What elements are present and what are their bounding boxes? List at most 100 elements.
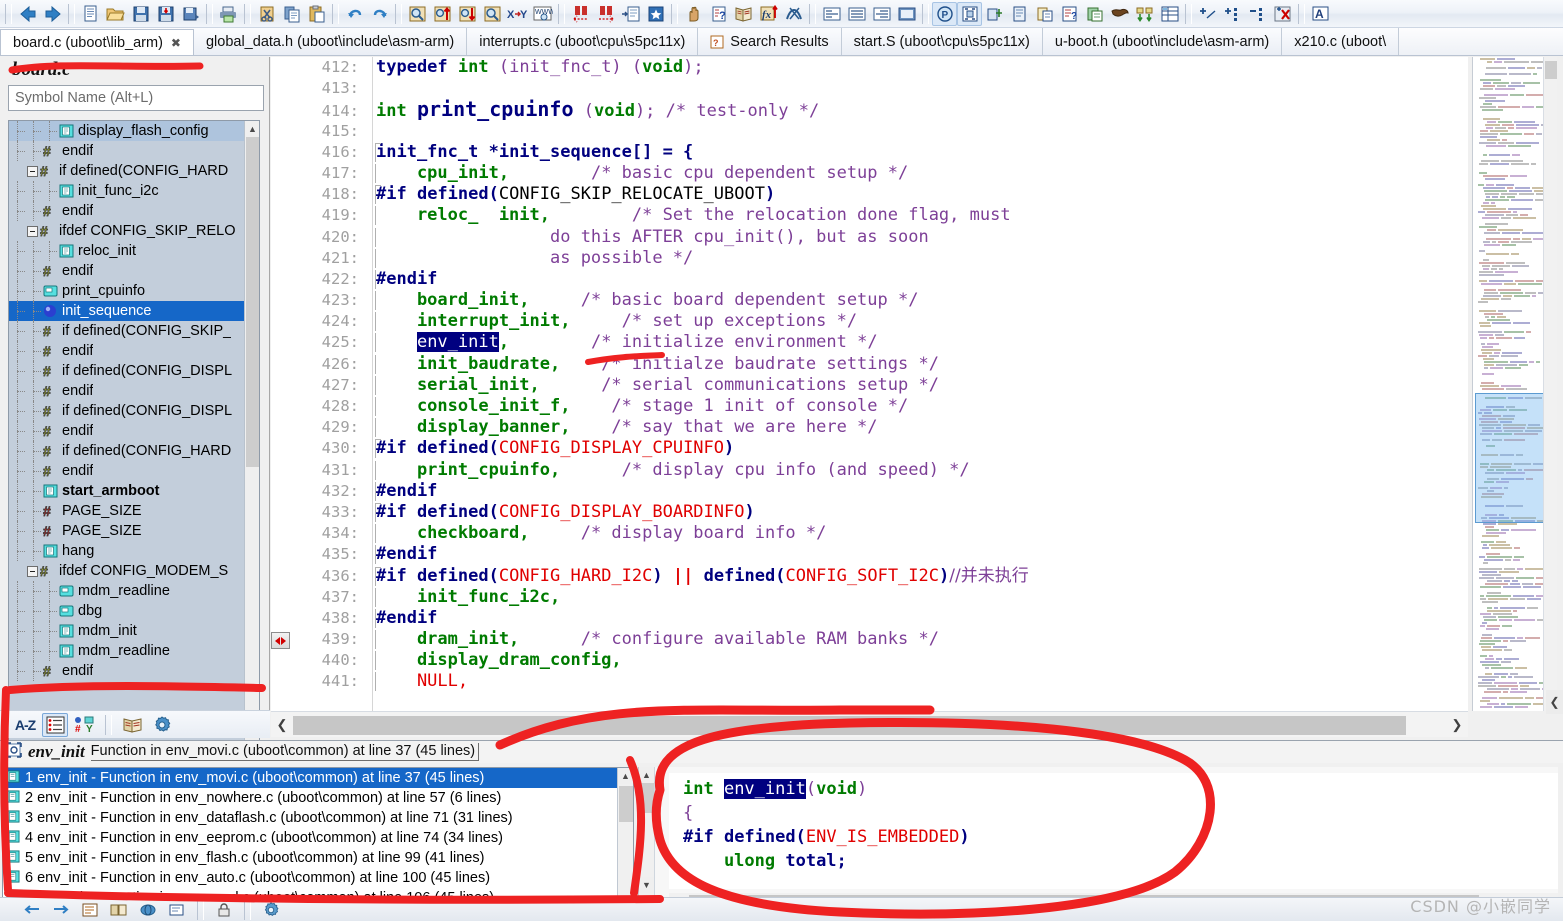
- www-button[interactable]: WWW: [530, 2, 555, 26]
- preview-scrollbar[interactable]: ▲ ▼: [639, 767, 655, 915]
- search-result-row[interactable]: 6 env_init - Function in env_auto.c (ubo…: [3, 868, 633, 888]
- fold-marker[interactable]: [375, 438, 383, 459]
- code-line[interactable]: 425: env_init, /* initialize environment…: [271, 332, 1468, 353]
- fold-marker[interactable]: [375, 311, 383, 332]
- relation-view-button[interactable]: [136, 899, 160, 921]
- symbol-tree-item[interactable]: hang: [9, 541, 246, 561]
- fold-marker[interactable]: [375, 227, 383, 248]
- add-item-button[interactable]: [1220, 2, 1245, 26]
- symbol-tree-item[interactable]: # if defined(CONFIG_HARD: [9, 441, 246, 461]
- code-line[interactable]: 436: #if defined(CONFIG_HARD_I2C) || defi…: [271, 566, 1468, 587]
- symbol-tree-item[interactable]: mdm_init: [9, 621, 246, 641]
- context-window-button[interactable]: [165, 899, 189, 921]
- tab-u-boot-h[interactable]: u-boot.h (uboot\include\asm-arm): [1042, 28, 1283, 55]
- fold-marker[interactable]: [375, 650, 383, 671]
- file-properties-button[interactable]: [1007, 2, 1032, 26]
- file-tab-bar[interactable]: board.c (uboot\lib_arm) ✖ global_data.h …: [0, 28, 1563, 56]
- collapse-toggle-icon[interactable]: [27, 165, 38, 177]
- minimap-viewport[interactable]: [1475, 393, 1553, 523]
- code-line[interactable]: 434: checkboard, /* display board info *…: [271, 523, 1468, 544]
- find-in-files-button[interactable]: [480, 2, 505, 26]
- symbol-tree-scrollbar[interactable]: ▲ ▼: [244, 121, 259, 741]
- clipboard-window-button[interactable]: [1082, 2, 1107, 26]
- scroll-up-icon[interactable]: ▲: [639, 767, 654, 783]
- align-left-button[interactable]: [819, 2, 844, 26]
- scroll-thumb[interactable]: [1545, 61, 1557, 79]
- code-line[interactable]: 419: reloc_ init, /* Set the relocation …: [271, 205, 1468, 226]
- remove-item-button[interactable]: [1245, 2, 1270, 26]
- symbol-tree-item[interactable]: print_cpuinfo: [9, 281, 246, 301]
- right-panel-collapse-icon[interactable]: ❮: [1546, 690, 1563, 714]
- history-forward-button[interactable]: [49, 899, 73, 921]
- symbol-tree-item[interactable]: start_armboot: [9, 481, 246, 501]
- code-line[interactable]: 412: typedef int (init_fnc_t) (void);: [271, 57, 1468, 78]
- fold-marker[interactable]: [375, 608, 383, 629]
- copy-button[interactable]: [279, 2, 304, 26]
- editor-hscrollbar[interactable]: ❮ ❯: [271, 711, 1468, 737]
- symbol-tree-item[interactable]: mdm_readline: [9, 641, 246, 661]
- back-button[interactable]: [15, 2, 40, 26]
- code-line[interactable]: 431: print_cpuinfo, /* display cpu info …: [271, 460, 1468, 481]
- scroll-down-icon[interactable]: ▼: [639, 877, 654, 893]
- search-result-row[interactable]: 5 env_init - Function in env_flash.c (ub…: [3, 848, 633, 868]
- replace-xy-button[interactable]: XY: [505, 2, 530, 26]
- code-line[interactable]: 439: dram_init, /* configure available R…: [271, 629, 1468, 650]
- symbol-tree-item[interactable]: init_func_i2c: [9, 181, 246, 201]
- sort-alphabetical-button[interactable]: A-Z: [12, 713, 38, 737]
- fold-marker[interactable]: [375, 587, 383, 608]
- minimap-scrollbar[interactable]: [1543, 57, 1557, 711]
- project-info-button[interactable]: ?: [1057, 2, 1082, 26]
- symbol-tree-item[interactable]: # if defined(CONFIG_DISPL: [9, 361, 246, 381]
- scroll-thumb[interactable]: [640, 783, 654, 813]
- symbol-tree-item[interactable]: # PAGE_SIZE: [9, 521, 246, 541]
- new-file-button[interactable]: [78, 2, 103, 26]
- code-line[interactable]: 421: as possible */: [271, 248, 1468, 269]
- code-lines[interactable]: 412: typedef int (init_fnc_t) (void); 413:…: [271, 57, 1468, 711]
- find-button[interactable]: [405, 2, 430, 26]
- fold-marker[interactable]: [375, 566, 383, 587]
- symbol-tree-item[interactable]: # endif: [9, 661, 246, 681]
- tab-start-s[interactable]: start.S (uboot\cpu\s5pc11x): [841, 28, 1043, 55]
- code-line[interactable]: 418: #if defined(CONFIG_SKIP_RELOCATE_UBO…: [271, 184, 1468, 205]
- code-line[interactable]: 416: init_fnc_t *init_sequence[] = {: [271, 142, 1468, 163]
- code-line[interactable]: 427: serial_init, /* serial communicatio…: [271, 375, 1468, 396]
- code-line[interactable]: 414: int print_cpuinfo (void); /* test-on…: [271, 99, 1468, 122]
- fold-marker[interactable]: [375, 544, 383, 565]
- collapse-toggle-icon[interactable]: [27, 565, 38, 577]
- history-back-button[interactable]: [20, 899, 44, 921]
- results-scrollbar[interactable]: ▲ ▼: [617, 768, 633, 914]
- bookmark-star-button[interactable]: [643, 2, 668, 26]
- fold-marker[interactable]: [375, 248, 383, 269]
- lock-button[interactable]: [212, 899, 236, 921]
- fold-marker[interactable]: [375, 481, 383, 502]
- table-view-button[interactable]: [1157, 2, 1182, 26]
- goto-definition-button[interactable]: [618, 2, 643, 26]
- scroll-thumb[interactable]: [619, 786, 633, 822]
- fold-marker[interactable]: [375, 142, 383, 163]
- sort-down-button[interactable]: [1132, 2, 1157, 26]
- code-line[interactable]: 424: interrupt_init, /* set up exception…: [271, 311, 1468, 332]
- panel-settings-button[interactable]: [149, 713, 175, 737]
- fold-marker[interactable]: [375, 417, 383, 438]
- symbol-tree-item[interactable]: # if defined(CONFIG_SKIP_: [9, 321, 246, 341]
- code-line[interactable]: 441: NULL,: [271, 671, 1468, 692]
- preferences-button[interactable]: [259, 899, 283, 921]
- save-all-button[interactable]: [153, 2, 178, 26]
- scroll-thumb[interactable]: [246, 137, 259, 467]
- hscroll-thumb[interactable]: [293, 715, 1406, 735]
- symbol-search-input[interactable]: Symbol Name (Alt+L): [8, 85, 264, 111]
- code-minimap[interactable]: [1472, 57, 1557, 711]
- code-line[interactable]: 420: do this AFTER cpu_init(), but as so…: [271, 227, 1468, 248]
- code-line[interactable]: 433: #if defined(CONFIG_DISPLAY_BOARDINFO…: [271, 502, 1468, 523]
- fold-marker[interactable]: [375, 163, 383, 184]
- symbol-tree-item[interactable]: # endif: [9, 141, 246, 161]
- fold-marker[interactable]: [375, 629, 383, 650]
- code-line[interactable]: 440: display_dram_config,: [271, 650, 1468, 671]
- find-previous-button[interactable]: [430, 2, 455, 26]
- question-page-button[interactable]: ?: [706, 2, 731, 26]
- tab-board-c[interactable]: board.c (uboot\lib_arm) ✖: [0, 29, 194, 55]
- paste-button[interactable]: [304, 2, 329, 26]
- cut-button[interactable]: [254, 2, 279, 26]
- bird-relation-button[interactable]: [1107, 2, 1132, 26]
- jump-right-button[interactable]: [593, 2, 618, 26]
